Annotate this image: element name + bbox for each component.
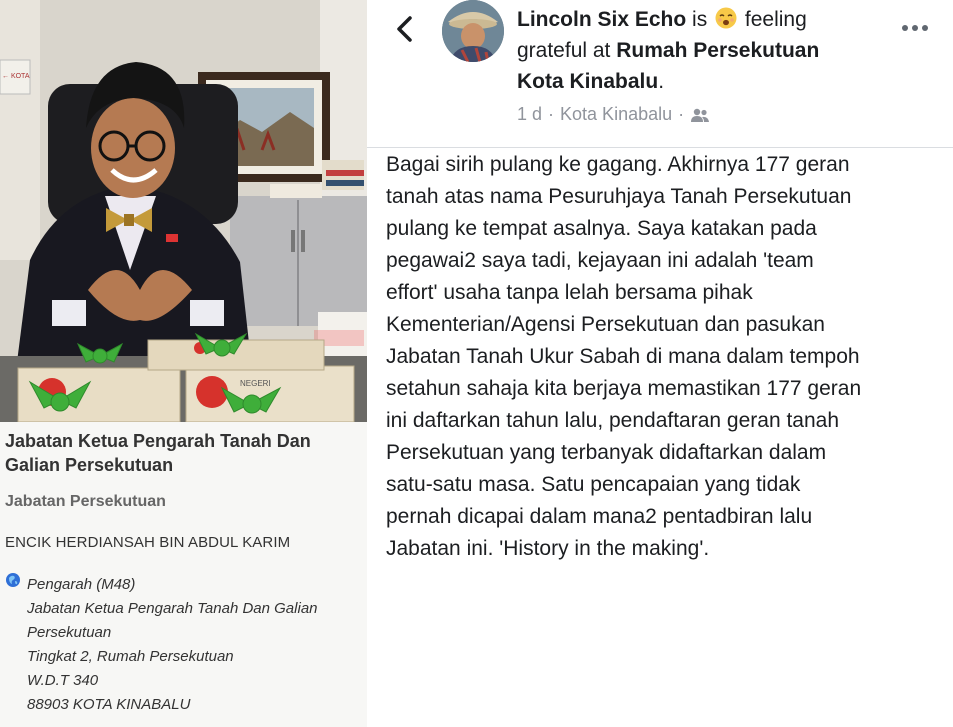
avatar[interactable] [442, 0, 504, 62]
post-location-link[interactable]: Kota Kinabalu [517, 70, 658, 93]
post-grateful-at: grateful at [517, 39, 611, 62]
globe-icon [6, 573, 20, 587]
directory-department: Jabatan Persekutuan [5, 493, 166, 510]
address-line: Persekutuan [27, 624, 112, 641]
post-body-line: ini daftarkan tahun lalu, pendaftaran ge… [386, 409, 840, 432]
more-options-icon[interactable] [897, 18, 933, 38]
post-feeling-text: feeling [744, 8, 807, 31]
address-line: Jabatan Ketua Pengarah Tanah Dan Galian [27, 600, 318, 617]
directory-title-line: Galian Persekutuan [5, 455, 174, 475]
grateful-emoji-icon [715, 7, 737, 29]
post-body-line: Persekutuan yang terbanyak didaftarkan d… [386, 441, 827, 464]
post-body-line: satu-satu masa. Satu pencapaian yang tid… [386, 473, 801, 496]
post-location-link[interactable]: Rumah Persekutuan [616, 39, 819, 62]
directory-office-title: Jabatan Ketua Pengarah Tanah Dan Galian … [5, 429, 367, 477]
post-body-line: pernah dicapai dalam mana2 pentadbiran l… [386, 505, 813, 528]
post-author[interactable]: Lincoln Six Echo [517, 8, 686, 31]
post-body-line: Jabatan ini. 'History in the making'. [386, 537, 710, 560]
chevron-left-icon[interactable] [392, 14, 418, 44]
facebook-post-panel: Lincoln Six Echo is feeling grateful at … [367, 0, 953, 727]
address-line: Tingkat 2, Rumah Persekutuan [27, 648, 234, 665]
meta-separator: · [548, 104, 555, 124]
post-body-line: Kementerian/Agensi Persekutuan dan pasuk… [386, 313, 825, 336]
post-body-line: effort' usaha tanpa lelah bersama pihak [386, 281, 753, 304]
meta-separator: · [678, 104, 685, 124]
directory-title-line: Jabatan Ketua Pengarah Tanah Dan [5, 431, 311, 451]
post-body-line: pulang ke tempat asalnya. Saya katakan p… [386, 217, 817, 240]
post-body-line: tanah atas nama Pesuruhjaya Tanah Persek… [386, 185, 852, 208]
post-header: Lincoln Six Echo is feeling grateful at … [517, 4, 877, 97]
post-meta: 1 d · Kota Kinabalu · [517, 104, 710, 125]
post-body-line: setahun sahaja kita berjaya memastikan 1… [386, 377, 862, 400]
gift-box-label: NEGERI [240, 379, 271, 388]
post-timestamp[interactable]: 1 d [517, 104, 542, 125]
officer-name: ENCIK HERDIANSAH BIN ABDUL KARIM [5, 534, 291, 551]
address-line: 88903 KOTA KINABALU [27, 696, 191, 713]
post-body: Bagai sirih pulang ke gagang. Akhirnya 1… [386, 149, 946, 565]
header-divider [367, 147, 953, 148]
officer-position: Pengarah (M48) [27, 576, 136, 593]
friends-icon[interactable] [690, 107, 710, 123]
post-location-period: . [658, 70, 665, 93]
officer-photo: ← KOTA NEGERI [0, 0, 367, 422]
post-body-line: pegawai2 saya tadi, kejayaan ini adalah … [386, 249, 814, 272]
post-place[interactable]: Kota Kinabalu [560, 104, 672, 125]
directory-panel: ← KOTA NEGERI Jabatan Ketua Pengarah Tan… [0, 0, 367, 727]
post-body-line: Bagai sirih pulang ke gagang. Akhirnya 1… [386, 153, 850, 176]
post-body-line: Jabatan Tanah Ukur Sabah di mana dalam t… [386, 345, 860, 368]
wall-sign-text: ← KOTA [2, 73, 30, 80]
address-line: W.D.T 340 [27, 672, 99, 689]
post-is-text: is [692, 8, 708, 31]
officer-address-block: Pengarah (M48) Jabatan Ketua Pengarah Ta… [27, 573, 318, 717]
